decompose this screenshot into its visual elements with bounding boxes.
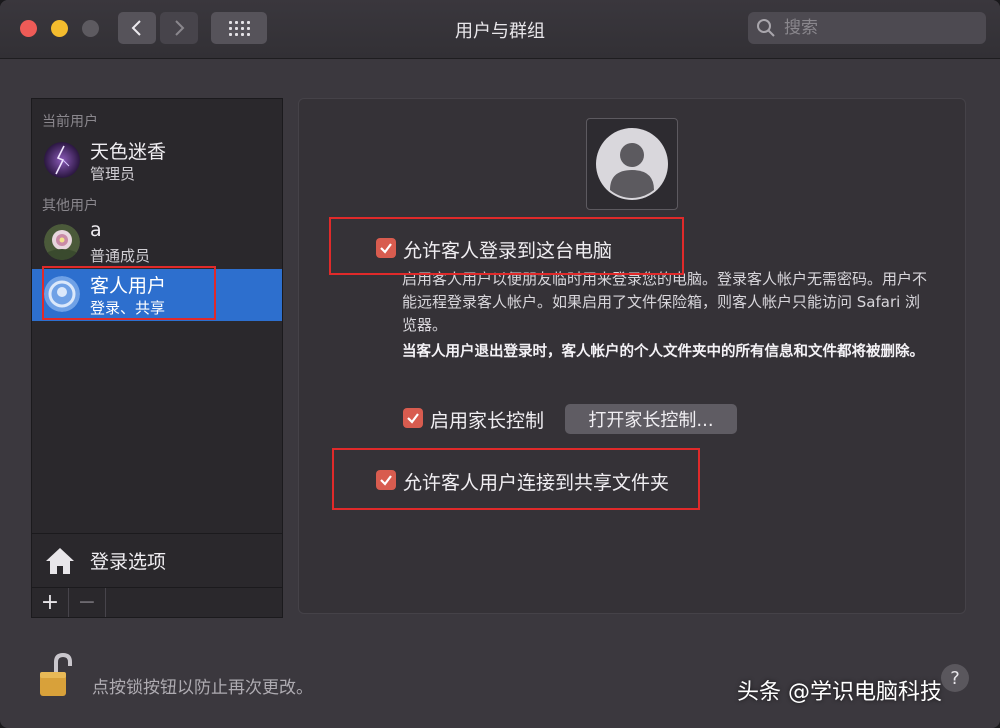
show-all-grid-button[interactable]	[211, 12, 267, 44]
user-row-a[interactable]: a 普通成员	[32, 217, 282, 269]
chevron-left-icon	[131, 20, 141, 36]
remove-user-button[interactable]: −	[69, 588, 106, 617]
login-options-item[interactable]: 登录选项	[32, 533, 282, 587]
watermark-text: 头条 @学识电脑科技	[737, 680, 942, 705]
highlight-guest-user	[42, 266, 216, 320]
preferences-window: 用户与群组 当前用户 天色迷香 管理员 其他用户	[0, 0, 1000, 728]
unlocked-padlock-icon[interactable]	[38, 652, 72, 698]
search-field[interactable]	[748, 12, 986, 44]
sidebar-toolbar: + −	[31, 588, 283, 618]
house-icon	[46, 547, 74, 574]
lightning-avatar	[44, 142, 80, 178]
user-name: 天色迷香	[90, 141, 167, 163]
user-row-admin[interactable]: 天色迷香 管理员	[32, 135, 282, 187]
minimize-window-button[interactable]	[51, 20, 68, 37]
parental-controls-checkbox[interactable]	[403, 408, 423, 428]
window-title: 用户与群组	[455, 21, 545, 42]
close-window-button[interactable]	[20, 20, 37, 37]
chevron-right-icon	[175, 20, 185, 36]
checkmark-icon	[407, 413, 419, 424]
guest-description: 启用客人用户以便朋友临时用来登录您的电脑。登录客人帐户无需密码。用户不能远程登录…	[402, 270, 928, 334]
parental-controls-label: 启用家长控制	[430, 410, 545, 432]
login-options-label: 登录选项	[90, 551, 167, 573]
current-users-label: 当前用户	[42, 114, 98, 130]
lock-hint-text: 点按锁按钮以防止再次更改。	[92, 678, 313, 698]
help-button[interactable]: ?	[941, 664, 969, 692]
user-role: 普通成员	[90, 247, 151, 265]
zoom-window-button[interactable]	[82, 20, 99, 37]
search-input[interactable]	[782, 17, 976, 39]
back-button[interactable]	[118, 12, 156, 44]
titlebar: 用户与群组	[0, 0, 1000, 59]
highlight-allow-login	[329, 217, 684, 275]
user-list-sidebar: 当前用户 天色迷香 管理员 其他用户 a 普通成员 客人用户 登录、共享 登录选…	[31, 98, 283, 588]
add-user-button[interactable]: +	[32, 588, 69, 617]
user-name: a	[90, 219, 102, 241]
user-role: 管理员	[90, 165, 136, 183]
highlight-shared-folders	[332, 448, 700, 510]
open-parental-controls-button[interactable]: 打开家长控制...	[565, 404, 737, 434]
forward-button[interactable]	[160, 12, 198, 44]
person-silhouette-icon	[596, 128, 668, 200]
search-icon	[757, 19, 775, 37]
guest-delete-warning: 当客人用户退出登录时，客人帐户的个人文件夹中的所有信息和文件都将被删除。	[402, 344, 924, 360]
flower-avatar	[44, 224, 80, 260]
guest-picture[interactable]	[586, 118, 678, 210]
other-users-label: 其他用户	[42, 198, 98, 214]
